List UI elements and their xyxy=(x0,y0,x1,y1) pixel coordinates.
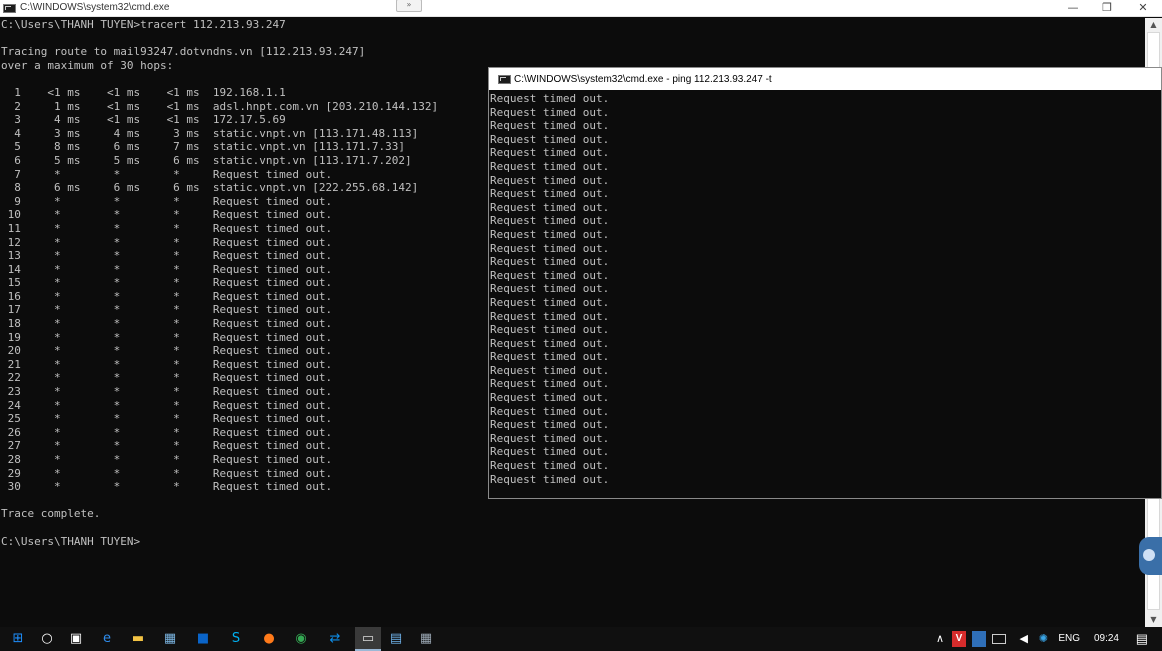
ping-line: Request timed out. xyxy=(490,323,610,337)
sync-tray-icon[interactable]: ✺ xyxy=(1039,631,1048,647)
close-button[interactable]: ✕ xyxy=(1126,0,1160,17)
main-line xyxy=(1,32,1141,46)
cmd-icon[interactable]: ▭ xyxy=(360,631,376,647)
ping-line: Request timed out. xyxy=(490,472,610,486)
antivirus-tray-icon[interactable]: V xyxy=(952,631,966,647)
ping-console-output[interactable]: Request timed out. Request timed out. Requ… xyxy=(490,92,1160,496)
action-center-icon[interactable]: ▤ xyxy=(1136,631,1148,647)
cmd-window-icon xyxy=(498,75,511,84)
ping-line: Request timed out. xyxy=(490,282,610,296)
ping-line: Request timed out. xyxy=(490,363,610,377)
ping-title-bar[interactable]: C:\WINDOWS\system32\cmd.exe - ping 112.2… xyxy=(489,68,1161,90)
ping-line: Request timed out. xyxy=(490,132,610,146)
main-line: C:\Users\THANH TUYEN>tracert 112.213.93.… xyxy=(1,18,286,31)
store-icon[interactable]: ▣ xyxy=(68,631,84,647)
ping-line: Request timed out. xyxy=(490,146,610,160)
cortana-search-icon[interactable]: ○ xyxy=(39,631,55,647)
file-explorer-icon[interactable]: ▬ xyxy=(130,631,146,647)
minimize-button[interactable]: — xyxy=(1056,0,1090,17)
internet-explorer-icon[interactable]: e xyxy=(99,631,115,647)
ping-line: Request timed out. xyxy=(490,159,610,173)
ping-line: Request timed out. xyxy=(490,119,610,133)
skype-icon[interactable]: S xyxy=(228,631,244,647)
scroll-up-arrow-icon[interactable]: ▲ xyxy=(1145,18,1162,32)
network-tray-icon[interactable] xyxy=(972,631,986,647)
ping-line: Request timed out. xyxy=(490,418,610,432)
restore-button[interactable]: ❐ xyxy=(1090,0,1124,17)
ping-line: Request timed out. xyxy=(490,173,610,187)
volume-muted-icon[interactable]: ◀ xyxy=(1020,631,1028,647)
outlook-icon[interactable]: ■ xyxy=(195,631,211,647)
firefox-icon[interactable]: ● xyxy=(261,631,277,647)
floating-widget-icon[interactable] xyxy=(1139,537,1162,575)
cmd-window-icon xyxy=(3,4,16,13)
main-line xyxy=(1,521,1141,535)
clock-time[interactable]: 09:24 xyxy=(1094,631,1119,647)
display-tray-icon[interactable] xyxy=(992,634,1006,644)
collapse-button[interactable]: » xyxy=(396,0,422,12)
ping-cmd-window[interactable]: C:\WINDOWS\system32\cmd.exe - ping 112.2… xyxy=(488,67,1162,499)
ping-line: Request timed out. xyxy=(490,227,610,241)
ping-line: Request timed out. xyxy=(490,92,610,105)
teamviewer-icon[interactable]: ⇄ xyxy=(327,631,343,647)
ping-line: Request timed out. xyxy=(490,105,610,119)
ping-line: Request timed out. xyxy=(490,241,610,255)
calculator-icon[interactable]: ▦ xyxy=(418,631,434,647)
taskbar: ⊞ ○ ▣ e ▬ ▦ ■ S ● ◉ ⇄ ▭ ▤ ▦ ∧ V ◀ ✺ ENG 09:24 ▤ xyxy=(0,627,1162,651)
ping-line: Request timed out. xyxy=(490,214,610,228)
main-title-bar[interactable]: C:\WINDOWS\system32\cmd.exe » — ❐ ✕ xyxy=(0,0,1162,17)
ping-line: Request timed out. xyxy=(490,404,610,418)
main-line: Tracing route to mail93247.dotvndns.vn [… xyxy=(1,45,366,59)
chrome-icon[interactable]: ◉ xyxy=(293,631,309,647)
windows-start-icon[interactable]: ⊞ xyxy=(10,631,26,647)
ping-line: Request timed out. xyxy=(490,295,610,309)
main-window-title: C:\WINDOWS\system32\cmd.exe xyxy=(20,2,170,13)
scroll-down-arrow-icon[interactable]: ▼ xyxy=(1145,613,1162,627)
ping-line: Request timed out. xyxy=(490,309,610,323)
ping-line: Request timed out. xyxy=(490,445,610,459)
ping-line: Request timed out. xyxy=(490,200,610,214)
ping-line: Request timed out. xyxy=(490,459,610,473)
ping-line: Request timed out. xyxy=(490,187,610,201)
main-line: C:\Users\THANH TUYEN> xyxy=(1,534,141,548)
ping-line: Request timed out. xyxy=(490,350,610,364)
ping-line: Request timed out. xyxy=(490,268,610,282)
ping-line: Request timed out. xyxy=(490,391,610,405)
ping-line: Request timed out. xyxy=(490,336,610,350)
ping-window-title: C:\WINDOWS\system32\cmd.exe - ping 112.2… xyxy=(514,74,772,85)
ping-line: Request timed out. xyxy=(490,377,610,391)
ping-line: Request timed out. xyxy=(490,431,610,445)
remote-desktop-icon[interactable]: ▤ xyxy=(388,631,404,647)
main-line: Trace complete. xyxy=(1,507,101,521)
app-icon[interactable]: ▦ xyxy=(162,631,178,647)
show-hidden-icons-chevron-icon[interactable]: ∧ xyxy=(936,631,944,647)
ping-line: Request timed out. xyxy=(490,255,610,269)
language-indicator[interactable]: ENG xyxy=(1058,631,1080,647)
